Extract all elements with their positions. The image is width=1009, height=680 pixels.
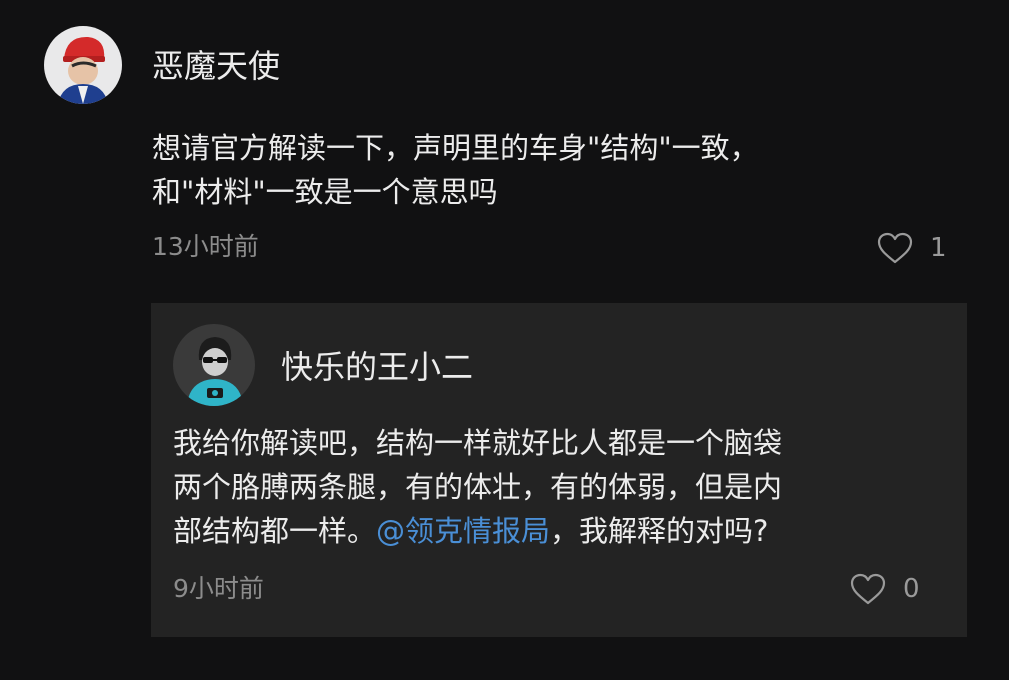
comment-like-count: 1 <box>930 233 947 263</box>
replier-username[interactable]: 快乐的王小二 <box>281 347 473 387</box>
replier-avatar[interactable] <box>173 324 255 406</box>
avatar-image <box>173 324 255 406</box>
reply-container: 快乐的王小二 我给你解读吧，结构一样就好比人都是一个脑袋 两个胳膊两条腿，有的体… <box>151 303 967 637</box>
reply-like-button[interactable]: 0 <box>849 569 920 609</box>
comment-like-button[interactable]: 1 <box>876 228 947 268</box>
commenter-username[interactable]: 恶魔天使 <box>152 46 280 86</box>
avatar-image <box>44 26 122 104</box>
comment-text-line: 想请官方解读一下，声明里的车身"结构"一致， <box>152 131 759 165</box>
comment-text[interactable]: 想请官方解读一下，声明里的车身"结构"一致， 和"材料"一致是一个意思吗 <box>152 126 972 214</box>
comment-text-line: 和"材料"一致是一个意思吗 <box>152 175 498 209</box>
reply-text-line: 部结构都一样。@领克情报局，我解释的对吗? <box>173 509 953 553</box>
reply-text-segment: ，我解释的对吗? <box>550 514 769 548</box>
heart-outline-icon <box>850 573 886 605</box>
reply-text-line: 我给你解读吧，结构一样就好比人都是一个脑袋 <box>173 426 783 460</box>
heart-outline-icon <box>877 232 913 264</box>
commenter-avatar[interactable] <box>44 26 122 104</box>
mention-link[interactable]: @领克情报局 <box>376 514 550 548</box>
reply-text[interactable]: 我给你解读吧，结构一样就好比人都是一个脑袋 两个胳膊两条腿，有的体壮，有的体弱，… <box>173 421 953 553</box>
reply-like-count: 0 <box>903 574 920 604</box>
reply-text-line: 两个胳膊两条腿，有的体壮，有的体弱，但是内 <box>173 470 783 504</box>
reply-text-segment: 部结构都一样。 <box>173 514 377 548</box>
comment-timestamp: 13小时前 <box>152 232 259 261</box>
reply-timestamp: 9小时前 <box>173 574 264 603</box>
